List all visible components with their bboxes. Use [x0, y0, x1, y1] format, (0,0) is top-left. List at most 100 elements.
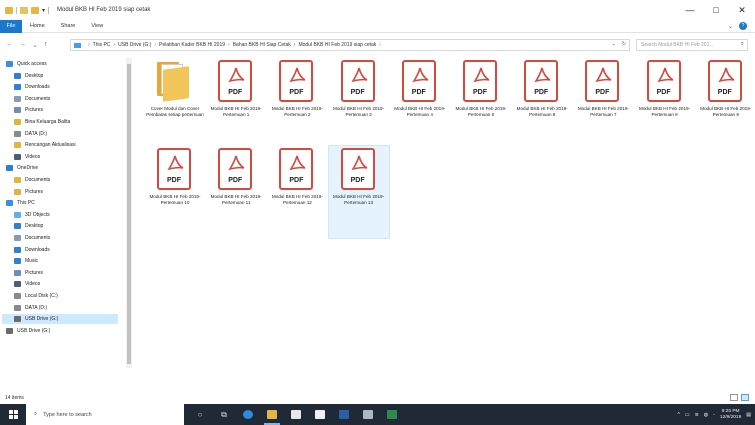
file-list: Cover Modul dan Cover Pembatas setiap pe…: [145, 58, 755, 388]
sidebar-item[interactable]: Downloads: [14, 245, 50, 255]
notifications-icon[interactable]: ▤: [746, 412, 751, 418]
input-indicator-icon[interactable]: ◦: [713, 412, 715, 418]
tab-view[interactable]: View: [83, 23, 111, 29]
pdf-file-item[interactable]: PDF Modul BKB HI Feb 2019-Pertemuan 1: [206, 58, 266, 150]
taskbar-search[interactable]: ⌕ Type here to search: [26, 404, 184, 425]
sidebar-item-label: Videos: [25, 281, 41, 288]
refresh-icon[interactable]: ↻: [622, 41, 626, 47]
network-icon[interactable]: ≋: [695, 412, 699, 418]
sidebar-item[interactable]: OneDrive: [6, 163, 38, 173]
sidebar-item-label: Documents: [25, 235, 51, 241]
pdf-icon: PDF: [157, 148, 191, 190]
forward-arrow-icon[interactable]: →: [19, 41, 26, 49]
folder-item[interactable]: Cover Modul dan Cover Pembatas setiap pe…: [145, 58, 205, 150]
sidebar-item[interactable]: Local Disk (C:): [14, 291, 58, 301]
clock[interactable]: 9:25 PM 12/9/2019: [720, 409, 741, 421]
pdf-file-item[interactable]: PDF Modul BKB HI Feb 2019-Pertemuan 10: [145, 146, 205, 238]
music-icon: [14, 258, 21, 265]
breadcrumb-usb-drive[interactable]: USB Drive (G:): [118, 42, 151, 48]
tab-file[interactable]: File: [0, 19, 22, 33]
sidebar-item[interactable]: 3D Objects: [14, 210, 50, 220]
battery-icon[interactable]: ▭: [685, 412, 690, 418]
sidebar-item-label: DATA (D:): [25, 304, 48, 311]
pdf-badge: PDF: [350, 177, 365, 184]
large-icons-view-icon[interactable]: [741, 394, 749, 401]
back-arrow-icon[interactable]: ←: [6, 41, 13, 49]
breadcrumb-this-pc[interactable]: This PC: [93, 42, 111, 48]
sidebar-item[interactable]: Downloads⊸: [14, 82, 128, 92]
minimize-button[interactable]: —: [677, 0, 703, 20]
sidebar-item-label: USB Drive (G:): [25, 316, 59, 323]
pdf-file-item[interactable]: PDF Modul BKB HI Feb 2019-Pertemuan 9: [696, 58, 755, 150]
file-explorer-icon[interactable]: [260, 404, 284, 425]
sidebar-item[interactable]: Music: [14, 256, 38, 266]
sidebar-item[interactable]: Videos: [14, 152, 40, 162]
chevron-down-icon[interactable]: ▾: [42, 7, 45, 14]
volume-icon[interactable]: ◍: [704, 412, 708, 418]
tab-home[interactable]: Home: [22, 23, 53, 29]
app-icon[interactable]: [356, 404, 380, 425]
cortana-icon[interactable]: ○: [188, 404, 212, 425]
tab-share[interactable]: Share: [53, 23, 84, 29]
pdf-file-item[interactable]: PDF Modul BKB HI Feb 2019-Pertemuan 7: [573, 58, 633, 150]
status-bar: 14 items: [0, 392, 755, 404]
sidebar-item[interactable]: Pictures: [14, 187, 43, 197]
pdf-file-item[interactable]: PDF Modul BKB HI Feb 2019-Pertemuan 11: [206, 146, 266, 238]
recent-locations-icon[interactable]: ⌄: [32, 41, 38, 49]
breadcrumb-pelatihan[interactable]: Pelatihan Kader BKB HI 2019: [159, 42, 225, 48]
word-icon[interactable]: [332, 404, 356, 425]
scrollbar-thumb[interactable]: [127, 64, 131, 364]
sidebar-item[interactable]: This PC: [6, 198, 35, 208]
pdf-file-item[interactable]: PDF Modul BKB HI Feb 2019-Pertemuan 13: [327, 145, 390, 239]
sidebar-item[interactable]: Documents⊸: [14, 94, 128, 104]
sidebar-item[interactable]: USB Drive (G:): [2, 314, 118, 325]
address-bar[interactable]: › This PC › USB Drive (G:) › Pelatihan K…: [70, 39, 630, 51]
task-view-icon[interactable]: ⧉: [212, 404, 236, 425]
sidebar-item[interactable]: Bina Keluarga Balita: [14, 117, 70, 127]
new-folder-icon[interactable]: [31, 6, 39, 14]
nav-scrollbar[interactable]: [126, 58, 132, 368]
pdf-icon: PDF: [340, 60, 375, 102]
breadcrumb-modul[interactable]: Modul BKB HI Feb 2019 siap cetak: [298, 42, 376, 48]
properties-icon[interactable]: [20, 6, 28, 14]
pdf-file-item[interactable]: PDF Modul BKB HI Feb 2019-Pertemuan 8: [635, 58, 695, 150]
breadcrumb-bahan[interactable]: Bahan BKB HI Siap Cetak: [233, 42, 291, 48]
search-input[interactable]: Search Modul BKB HI Feb 201... ⌕: [636, 39, 748, 51]
pdf-file-item[interactable]: PDF Modul BKB HI Feb 2019-Pertemuan 12: [267, 146, 327, 238]
sidebar-item[interactable]: Desktop⊸: [14, 71, 128, 81]
mail-icon[interactable]: [308, 404, 332, 425]
pdf-icon: PDF: [401, 60, 436, 102]
sidebar-item[interactable]: Quick access: [6, 59, 47, 69]
help-icon[interactable]: ?: [739, 22, 747, 30]
file-name: Modul BKB HI Feb 2019-Pertemuan 1: [210, 106, 262, 117]
details-view-icon[interactable]: [730, 394, 738, 401]
sidebar-item[interactable]: Documents: [14, 233, 50, 243]
pdf-file-item[interactable]: PDF Modul BKB HI Feb 2019-Pertemuan 3: [329, 58, 389, 150]
pdf-file-item[interactable]: PDF Modul BKB HI Feb 2019-Pertemuan 5: [451, 58, 511, 150]
up-arrow-icon[interactable]: ↑: [44, 41, 48, 49]
folder-icon[interactable]: [5, 6, 13, 14]
maximize-button[interactable]: □: [703, 0, 729, 20]
excel-icon[interactable]: [380, 404, 404, 425]
sidebar-item[interactable]: USB Drive (G:): [6, 326, 50, 336]
sidebar-item[interactable]: DATA (D:): [14, 303, 47, 313]
sidebar-item[interactable]: Desktop: [14, 221, 43, 231]
edge-icon[interactable]: [236, 404, 260, 425]
pdf-file-item[interactable]: PDF Modul BKB HI Feb 2019-Pertemuan 4: [390, 58, 450, 150]
sidebar-item[interactable]: DATA (D:): [14, 129, 47, 139]
sidebar-item[interactable]: Pictures: [14, 268, 43, 278]
start-button[interactable]: [0, 404, 26, 425]
pdf-badge: PDF: [411, 89, 426, 96]
chevron-down-icon[interactable]: ⌄: [612, 41, 616, 47]
sidebar-item[interactable]: Documents: [14, 175, 50, 185]
store-icon[interactable]: [284, 404, 308, 425]
close-button[interactable]: ✕: [729, 0, 755, 20]
pdf-file-item[interactable]: PDF Modul BKB HI Feb 2019-Pertemuan 6: [512, 58, 572, 150]
expand-ribbon-icon[interactable]: ⌄: [728, 23, 733, 30]
pdf-icon: PDF: [646, 60, 681, 102]
sidebar-item[interactable]: Pictures⊸: [14, 105, 128, 115]
sidebar-item[interactable]: Rencangan Aktualisasi: [14, 140, 76, 150]
sidebar-item[interactable]: Videos: [14, 279, 40, 289]
chevron-up-icon[interactable]: ^: [677, 412, 679, 418]
pdf-file-item[interactable]: PDF Modul BKB HI Feb 2019-Pertemuan 2: [267, 58, 327, 150]
